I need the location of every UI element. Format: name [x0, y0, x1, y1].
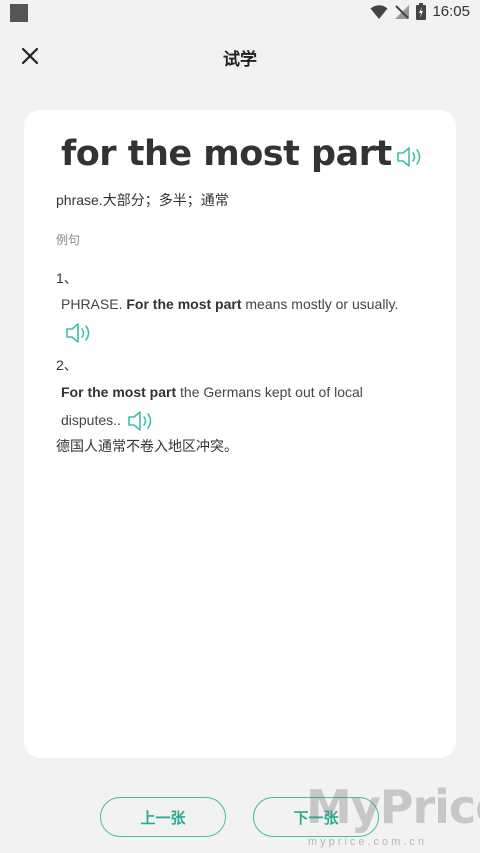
example-bold-phrase: For the most part [126, 296, 242, 312]
no-signal-icon [394, 4, 410, 20]
status-time: 16:05 [432, 3, 470, 20]
example-translation: 德国人通常不卷入地区冲突。 [56, 438, 238, 454]
example-text-after: means mostly or usually. [241, 296, 399, 312]
word-card: for the most part phrase.大部分；多半；通常 例句 1、… [24, 110, 456, 758]
example-2-speaker-icon[interactable] [127, 409, 155, 433]
example-bold-phrase: For the most part [61, 384, 177, 400]
status-bar: 16:05 [0, 0, 480, 28]
header: 试学 [0, 36, 480, 76]
watermark-url: myprice.com.cn [308, 836, 428, 848]
headword: for the most part [61, 134, 392, 174]
example-1-speaker-icon[interactable] [65, 321, 93, 345]
headword-speaker-icon[interactable] [396, 145, 424, 169]
battery-icon [416, 3, 427, 20]
examples-label: 例句 [56, 233, 81, 247]
example-number: 2、 [56, 357, 78, 373]
app-square-icon [10, 4, 28, 22]
status-icons: 16:05 [370, 3, 470, 20]
example-text-before: PHRASE. [61, 296, 127, 312]
next-card-button[interactable]: 下一张 [253, 797, 379, 837]
definition: phrase.大部分；多半；通常 [56, 192, 229, 208]
prev-card-button[interactable]: 上一张 [100, 797, 226, 837]
example-sentence: For the most part the Germans kept out o… [61, 378, 391, 434]
example-sentence: PHRASE. For the most part means mostly o… [61, 290, 431, 346]
page-title: 试学 [223, 50, 257, 69]
wifi-icon [370, 4, 388, 20]
headword-row: for the most part [61, 134, 424, 174]
example-number: 1、 [56, 270, 78, 286]
